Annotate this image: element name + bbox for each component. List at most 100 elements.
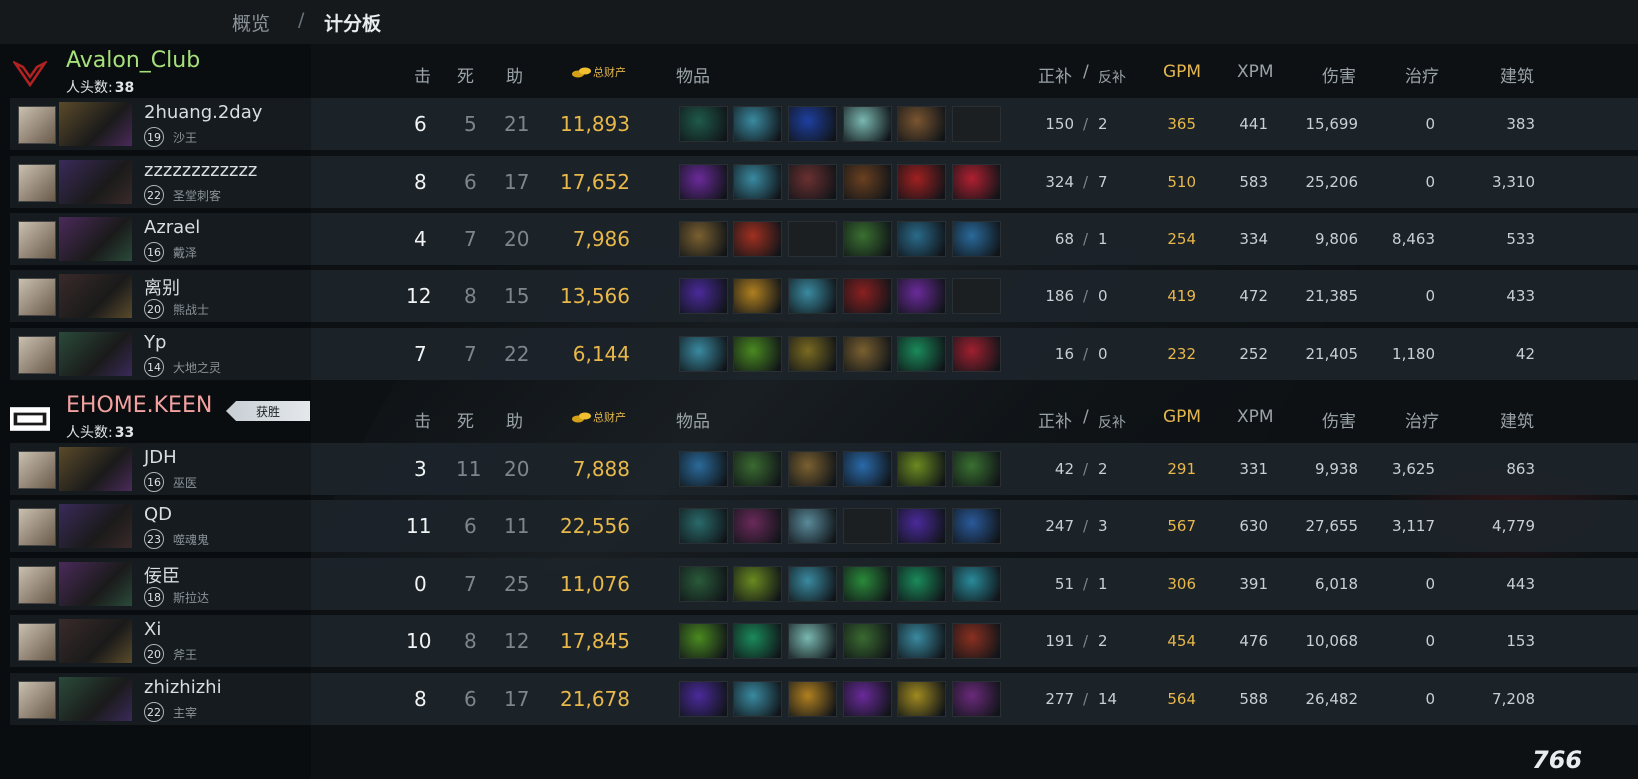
player-avatar[interactable]: [18, 221, 56, 259]
item-slot[interactable]: [843, 106, 892, 142]
hero-portrait[interactable]: [59, 677, 132, 721]
player-name[interactable]: Azrael: [144, 217, 200, 238]
col-head-healing[interactable]: 治疗: [1405, 62, 1439, 87]
player-name[interactable]: zhizhizhi: [144, 677, 222, 698]
player-card[interactable]: 离别 20 熊战士: [10, 270, 311, 322]
item-slot[interactable]: [733, 221, 782, 257]
item-slot[interactable]: [733, 566, 782, 602]
item-slot[interactable]: [679, 451, 728, 487]
hero-portrait[interactable]: [59, 274, 132, 318]
player-avatar[interactable]: [18, 681, 56, 719]
item-slot[interactable]: [897, 336, 946, 372]
item-slot[interactable]: [679, 566, 728, 602]
col-head-tower[interactable]: 建筑: [1500, 62, 1534, 87]
player-name[interactable]: 佞臣: [144, 562, 180, 588]
player-name[interactable]: zzzzzzzzzzzz: [144, 160, 257, 181]
item-slot[interactable]: [733, 106, 782, 142]
hero-portrait[interactable]: [59, 160, 132, 204]
col-head-deaths[interactable]: 死: [457, 62, 474, 87]
item-slot[interactable]: [952, 566, 1001, 602]
hero-portrait[interactable]: [59, 504, 132, 548]
col-head-items[interactable]: 物品: [676, 62, 710, 87]
player-avatar[interactable]: [18, 164, 56, 202]
item-slot[interactable]: [897, 681, 946, 717]
item-slot[interactable]: [733, 164, 782, 200]
item-slot[interactable]: [843, 566, 892, 602]
item-slot[interactable]: [952, 623, 1001, 659]
item-slot[interactable]: [952, 451, 1001, 487]
player-avatar[interactable]: [18, 508, 56, 546]
col-head-networth[interactable]: 总财产: [571, 64, 626, 80]
hero-portrait[interactable]: [59, 332, 132, 376]
empty-item-slot[interactable]: [788, 221, 837, 257]
item-slot[interactable]: [897, 623, 946, 659]
player-name[interactable]: Xi: [144, 619, 161, 640]
item-slot[interactable]: [788, 278, 837, 314]
item-slot[interactable]: [843, 451, 892, 487]
hero-portrait[interactable]: [59, 447, 132, 491]
item-slot[interactable]: [733, 336, 782, 372]
col-head-gpm[interactable]: GPM: [1163, 407, 1201, 427]
item-slot[interactable]: [843, 278, 892, 314]
player-avatar[interactable]: [18, 623, 56, 661]
item-slot[interactable]: [843, 681, 892, 717]
item-slot[interactable]: [843, 623, 892, 659]
col-head-tower[interactable]: 建筑: [1500, 407, 1534, 432]
col-head-last-hits[interactable]: 正补: [1038, 407, 1072, 432]
player-card[interactable]: QD 23 噬魂鬼: [10, 500, 311, 552]
player-name[interactable]: JDH: [144, 447, 177, 468]
col-head-denies[interactable]: 反补: [1098, 412, 1126, 432]
item-slot[interactable]: [733, 508, 782, 544]
item-slot[interactable]: [897, 451, 946, 487]
col-head-networth[interactable]: 总财产: [571, 409, 626, 425]
col-head-slash[interactable]: /: [1083, 62, 1089, 82]
col-head-last-hits[interactable]: 正补: [1038, 62, 1072, 87]
col-head-assists[interactable]: 助: [506, 407, 523, 432]
player-avatar[interactable]: [18, 336, 56, 374]
player-card[interactable]: Xi 20 斧王: [10, 615, 311, 667]
col-head-items[interactable]: 物品: [676, 407, 710, 432]
item-slot[interactable]: [679, 681, 728, 717]
item-slot[interactable]: [788, 623, 837, 659]
item-slot[interactable]: [952, 681, 1001, 717]
item-slot[interactable]: [843, 164, 892, 200]
item-slot[interactable]: [679, 164, 728, 200]
player-avatar[interactable]: [18, 451, 56, 489]
item-slot[interactable]: [897, 508, 946, 544]
col-head-xpm[interactable]: XPM: [1237, 407, 1274, 427]
hero-portrait[interactable]: [59, 562, 132, 606]
player-avatar[interactable]: [18, 106, 56, 144]
item-slot[interactable]: [733, 623, 782, 659]
player-avatar[interactable]: [18, 278, 56, 316]
item-slot[interactable]: [952, 221, 1001, 257]
col-head-assists[interactable]: 助: [506, 62, 523, 87]
player-card[interactable]: 佞臣 18 斯拉达: [10, 558, 311, 610]
player-card[interactable]: 2huang.2day 19 沙王: [10, 98, 311, 150]
hero-portrait[interactable]: [59, 217, 132, 261]
hero-portrait[interactable]: [59, 102, 132, 146]
item-slot[interactable]: [897, 278, 946, 314]
player-card[interactable]: Azrael 16 戴泽: [10, 213, 311, 265]
tab-scoreboard[interactable]: 计分板: [324, 9, 381, 36]
hero-portrait[interactable]: [59, 619, 132, 663]
item-slot[interactable]: [679, 221, 728, 257]
player-name[interactable]: 2huang.2day: [144, 102, 262, 123]
item-slot[interactable]: [733, 451, 782, 487]
item-slot[interactable]: [788, 336, 837, 372]
player-avatar[interactable]: [18, 566, 56, 604]
item-slot[interactable]: [897, 221, 946, 257]
item-slot[interactable]: [733, 681, 782, 717]
item-slot[interactable]: [843, 336, 892, 372]
item-slot[interactable]: [952, 164, 1001, 200]
col-head-slash[interactable]: /: [1083, 407, 1089, 427]
empty-item-slot[interactable]: [843, 508, 892, 544]
item-slot[interactable]: [788, 508, 837, 544]
col-head-deaths[interactable]: 死: [457, 407, 474, 432]
item-slot[interactable]: [788, 164, 837, 200]
item-slot[interactable]: [897, 106, 946, 142]
item-slot[interactable]: [952, 508, 1001, 544]
player-name[interactable]: QD: [144, 504, 172, 525]
col-head-xpm[interactable]: XPM: [1237, 62, 1274, 82]
item-slot[interactable]: [897, 566, 946, 602]
item-slot[interactable]: [679, 623, 728, 659]
